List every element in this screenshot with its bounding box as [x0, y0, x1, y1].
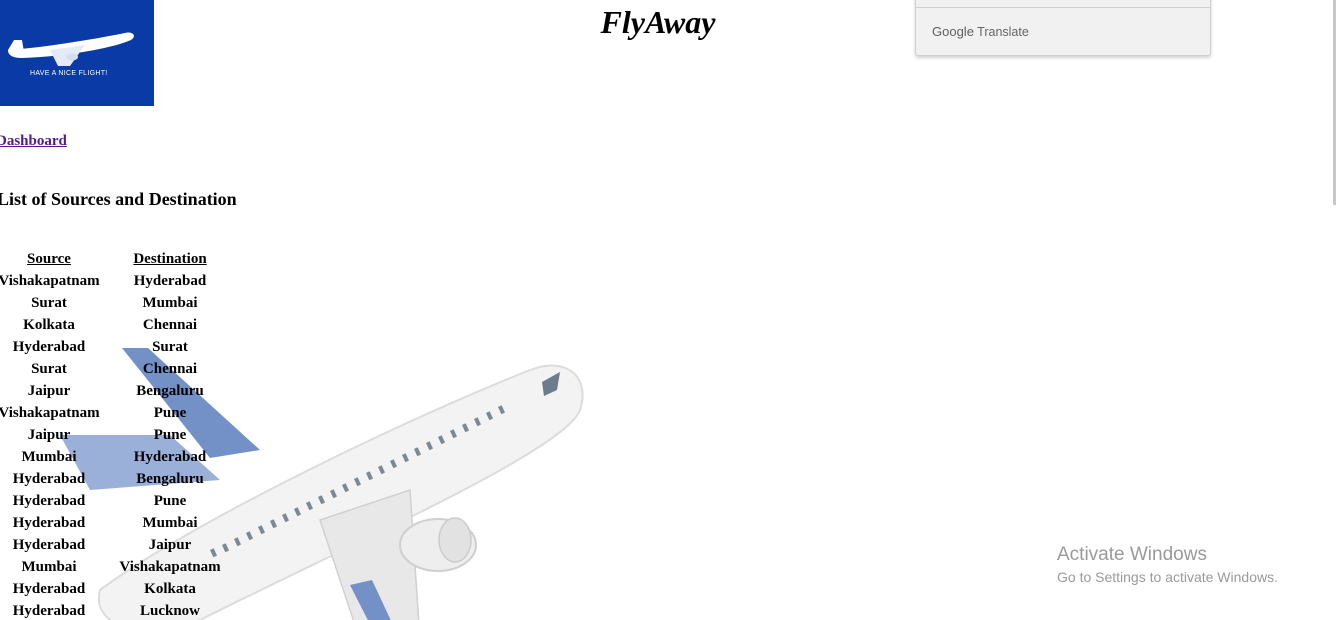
destination-cell: Hyderabad: [133, 273, 207, 289]
app-title: FlyAway: [600, 4, 716, 40]
table-row: Mumbai Hyderabad: [0, 446, 232, 468]
table-row: Surat Mumbai: [0, 292, 232, 314]
table-header-row: Source Destination: [0, 248, 232, 270]
source-cell: Mumbai: [21, 449, 77, 465]
translate-label[interactable]: Google Translate: [932, 24, 1029, 39]
table-row: Hyderabad Kolkata: [0, 578, 232, 600]
source-cell: Vishakapatnam: [0, 273, 100, 289]
column-header-destination: Destination: [133, 251, 207, 267]
dashboard-link[interactable]: Dashboard: [0, 133, 67, 150]
destination-cell: Mumbai: [142, 295, 198, 311]
google-wordmark: Google: [932, 24, 974, 39]
source-cell: Surat: [31, 361, 67, 377]
destination-cell: Hyderabad: [133, 449, 207, 465]
source-cell: Mumbai: [21, 559, 77, 575]
source-cell: Surat: [31, 295, 67, 311]
destination-cell: Chennai: [142, 317, 198, 333]
source-cell: Jaipur: [27, 383, 71, 399]
table-row: Jaipur Bengaluru: [0, 380, 232, 402]
activate-windows-subtitle: Go to Settings to activate Windows.: [1057, 569, 1278, 585]
destination-cell: Surat: [152, 339, 188, 355]
source-cell: Vishakapatnam: [0, 405, 100, 421]
table-row: Hyderabad Jaipur: [0, 534, 232, 556]
column-header-source: Source: [27, 251, 71, 267]
page-heading: List of Sources and Destination: [0, 189, 237, 209]
destination-cell: Pune: [153, 493, 187, 509]
activate-windows-title: Activate Windows: [1057, 544, 1207, 565]
destination-cell: Bengaluru: [136, 471, 204, 487]
table-row: Hyderabad Bengaluru: [0, 468, 232, 490]
destination-cell: Pune: [153, 405, 187, 421]
table-row: Vishakapatnam Hyderabad: [0, 270, 232, 292]
routes-table: Source Destination Vishakapatnam Hyderaba…: [0, 248, 232, 620]
activate-windows-watermark: Activate Windows Go to Settings to activ…: [1057, 543, 1278, 587]
table-row: Hyderabad Surat: [0, 336, 232, 358]
source-cell: Hyderabad: [12, 603, 86, 619]
table-row: Vishakapatnam Pune: [0, 402, 232, 424]
destination-cell: Chennai: [142, 361, 198, 377]
destination-cell: Kolkata: [144, 581, 196, 597]
destination-cell: Lucknow: [139, 603, 201, 619]
source-cell: Hyderabad: [12, 339, 86, 355]
airplane-logo-icon: [8, 32, 134, 66]
table-row: Mumbai Vishakapatnam: [0, 556, 232, 578]
destination-cell: Jaipur: [148, 537, 192, 553]
source-cell: Hyderabad: [12, 537, 86, 553]
table-row: Hyderabad Pune: [0, 490, 232, 512]
table-row: Surat Chennai: [0, 358, 232, 380]
source-cell: Jaipur: [27, 427, 71, 443]
source-cell: Hyderabad: [12, 515, 86, 531]
destination-cell: Vishakapatnam: [119, 559, 221, 575]
source-cell: Hyderabad: [12, 493, 86, 509]
translate-text: Translate: [977, 25, 1029, 39]
source-cell: Kolkata: [23, 317, 75, 333]
flyaway-logo: HAVE A NICE FLIGHT!: [0, 0, 154, 106]
destination-cell: Bengaluru: [136, 383, 204, 399]
translate-divider: [916, 7, 1210, 8]
page: HAVE A NICE FLIGHT! FlyAway Google Trans…: [0, 0, 1336, 620]
table-row: Hyderabad Mumbai: [0, 512, 232, 534]
source-cell: Hyderabad: [12, 471, 86, 487]
table-row: Hyderabad Lucknow: [0, 600, 232, 620]
table-row: Jaipur Pune: [0, 424, 232, 446]
routes-table-body: Vishakapatnam Hyderabad Surat Mumbai Kolkata…: [0, 270, 232, 620]
table-row: Kolkata Chennai: [0, 314, 232, 336]
destination-cell: Mumbai: [142, 515, 198, 531]
google-translate-widget[interactable]: Google Translate: [915, 0, 1211, 56]
destination-cell: Pune: [153, 427, 187, 443]
logo-tagline: HAVE A NICE FLIGHT!: [30, 70, 108, 77]
source-cell: Hyderabad: [12, 581, 86, 597]
